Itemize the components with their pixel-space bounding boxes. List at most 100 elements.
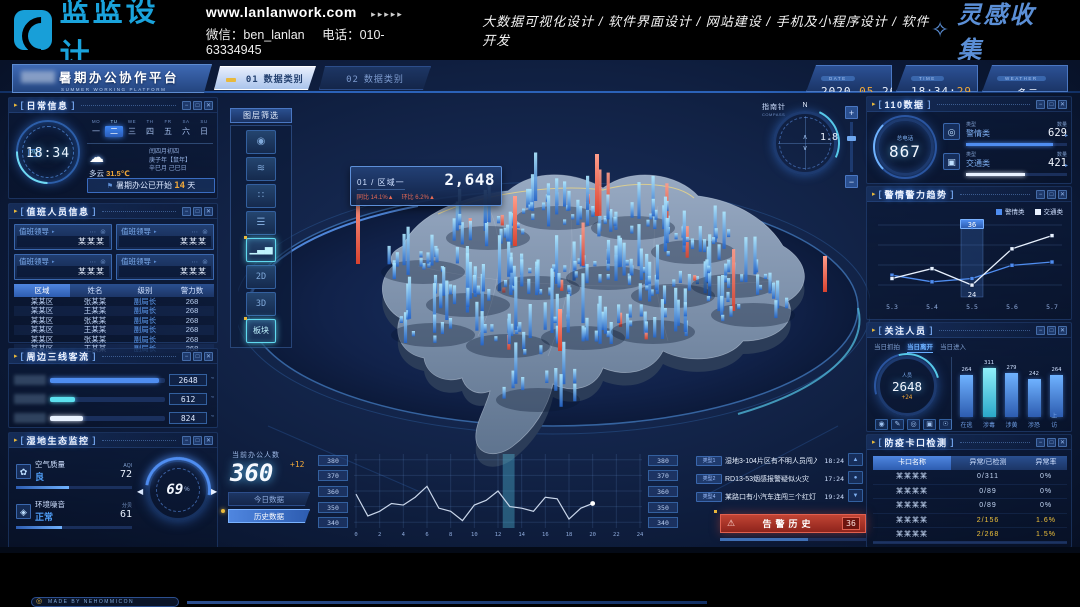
checkpoint-row[interactable]: 某某某某2/1561.6% bbox=[873, 514, 1067, 529]
duty-leader-card[interactable]: 值班领导▸⋯ ⊗某某某 bbox=[14, 224, 112, 250]
weekday-cell[interactable]: SA六 bbox=[177, 119, 195, 137]
expand-icon[interactable]: □ bbox=[193, 207, 202, 216]
alert-trend-icon[interactable]: ▲ bbox=[848, 453, 863, 466]
expand-icon[interactable]: □ bbox=[193, 101, 202, 110]
today-data-button[interactable]: 今日数据 bbox=[228, 492, 310, 506]
focus-bar[interactable] bbox=[1005, 373, 1018, 417]
focus-tab[interactable]: 当日离开 bbox=[907, 341, 933, 353]
weekday-cell[interactable]: SU日 bbox=[195, 119, 213, 137]
view-2d[interactable]: 2D bbox=[246, 265, 276, 289]
minimize-icon[interactable]: − bbox=[182, 207, 191, 216]
close-icon[interactable]: ✕ bbox=[1058, 438, 1067, 447]
focus-tab[interactable]: 当日进入 bbox=[940, 341, 966, 353]
alert-row[interactable]: 类型2RD13-53烟感报警疑似火灾17:24 bbox=[696, 472, 844, 486]
checkpoint-row[interactable]: 某某某某0/890% bbox=[873, 485, 1067, 500]
list-icon[interactable]: ☰ bbox=[246, 211, 276, 235]
gauge-right-arrow[interactable]: ▶ bbox=[211, 487, 217, 496]
alert-row[interactable]: 类型4某路口有小汽车连闯三个红灯19:24 bbox=[696, 490, 844, 504]
expand-icon[interactable]: □ bbox=[193, 436, 202, 445]
gauge-left-arrow[interactable]: ◀ bbox=[137, 487, 143, 496]
bar-chart-icon[interactable]: ▁▃▅ bbox=[246, 238, 276, 262]
weekday-cell[interactable]: MO一 bbox=[87, 119, 105, 137]
view-3d[interactable]: 3D bbox=[246, 292, 276, 316]
plate-mode[interactable]: 板块 bbox=[246, 319, 276, 343]
expand-icon[interactable]: □ bbox=[1047, 190, 1056, 199]
focus-bar-chart[interactable]: 264在逃311涉毒279涉黄242涉恐264上访 bbox=[951, 357, 1067, 429]
minimize-icon[interactable]: − bbox=[182, 352, 191, 361]
minimize-icon[interactable]: − bbox=[1036, 326, 1045, 335]
chevron-down-icon[interactable]: ∨ bbox=[802, 146, 807, 152]
focus-bar[interactable] bbox=[983, 368, 996, 417]
expand-icon[interactable]: □ bbox=[1047, 326, 1056, 335]
minimize-icon[interactable]: − bbox=[182, 436, 191, 445]
office-y-tick: 360 bbox=[648, 486, 678, 497]
zoom-slider-handle[interactable] bbox=[847, 136, 856, 141]
focus-bar[interactable] bbox=[960, 375, 973, 417]
expand-icon[interactable]: □ bbox=[1047, 100, 1056, 109]
pen-icon[interactable]: ✎ bbox=[891, 419, 904, 430]
minimize-icon[interactable]: − bbox=[1036, 190, 1045, 199]
lock-icon[interactable]: ▣ bbox=[923, 419, 936, 430]
weekday-cell[interactable]: TU二 bbox=[105, 119, 123, 137]
alert-scrollbar[interactable] bbox=[720, 538, 866, 541]
duty-leader-card[interactable]: 值班领导▸⋯ ⊗某某某 bbox=[14, 254, 112, 280]
checkpoint-table-header: 卡口名称异常/已检测异常率 bbox=[873, 456, 1067, 470]
calls-gauge: 总电话 867 bbox=[876, 118, 934, 176]
duty-leader-card[interactable]: 值班领导▸⋯ ⊗某某某 bbox=[116, 254, 214, 280]
office-line-chart[interactable] bbox=[352, 452, 644, 530]
expand-icon[interactable]: □ bbox=[193, 352, 202, 361]
close-icon[interactable]: ✕ bbox=[1058, 190, 1067, 199]
tab-data-category-1[interactable]: 01数据类别 bbox=[214, 66, 316, 90]
minimize-icon[interactable]: − bbox=[1036, 438, 1045, 447]
legend-item[interactable]: 交通类 bbox=[1035, 206, 1064, 216]
checkpoint-row[interactable]: 某某某某0/890% bbox=[873, 499, 1067, 514]
duty-table-row[interactable]: 某某区王某某副局长268 bbox=[14, 306, 214, 315]
focus-bar[interactable] bbox=[1028, 379, 1041, 417]
website-link[interactable]: www.lanlanwork.com bbox=[206, 4, 357, 20]
alert-time: 19:24 bbox=[820, 493, 844, 501]
weekday-cell[interactable]: WE三 bbox=[123, 119, 141, 137]
duty-table-row[interactable]: 某某区王某某副局长268 bbox=[14, 325, 214, 334]
alert-row[interactable]: 类型1湿地3-104片区有不明人员闯入18:24 bbox=[696, 454, 844, 468]
zoom-out-button[interactable]: − bbox=[845, 175, 858, 188]
dashboard: 暑期办公协作平台 SUMMER WORKING PLATFORM 01数据类别 … bbox=[0, 60, 1080, 553]
legend-item[interactable]: 警情类 bbox=[996, 206, 1025, 216]
focus-bar-value: 264 bbox=[962, 367, 972, 373]
signal-icon[interactable]: ≋ bbox=[246, 157, 276, 181]
close-icon[interactable]: ✕ bbox=[204, 436, 213, 445]
tooltip-value: 2,648 bbox=[444, 170, 495, 189]
camera-icon[interactable]: ◉ bbox=[246, 130, 276, 154]
duty-table-row[interactable]: 某某区张某某副局长268 bbox=[14, 297, 214, 306]
expand-icon[interactable]: □ bbox=[1047, 438, 1056, 447]
weekday-cell[interactable]: TH四 bbox=[141, 119, 159, 137]
tab-data-category-2[interactable]: 02数据类别 bbox=[319, 66, 431, 90]
alert-trend-icon[interactable]: ▼ bbox=[848, 489, 863, 502]
duty-table-row[interactable]: 某某区张某某副局长268 bbox=[14, 335, 214, 344]
close-icon[interactable]: ✕ bbox=[204, 207, 213, 216]
close-icon[interactable]: ✕ bbox=[1058, 100, 1067, 109]
minimize-icon[interactable]: − bbox=[1036, 100, 1045, 109]
zoom-in-button[interactable]: + bbox=[845, 106, 858, 119]
focus-bar-category: 涉毒 bbox=[983, 420, 995, 429]
corner-accent: ▸ bbox=[14, 207, 18, 215]
close-icon[interactable]: ✕ bbox=[204, 101, 213, 110]
minimize-icon[interactable]: − bbox=[182, 101, 191, 110]
checkpoint-row[interactable]: 某某某某0/3110% bbox=[873, 470, 1067, 485]
inspiration-collect[interactable]: ✧ 灵感收集 bbox=[931, 0, 1054, 65]
camera-icon[interactable]: ◉ bbox=[875, 419, 888, 430]
history-data-button[interactable]: 历史数据 bbox=[228, 509, 310, 523]
office-y-tick: 340 bbox=[648, 517, 678, 528]
target-icon[interactable]: ◎ bbox=[907, 419, 920, 430]
chevron-up-icon[interactable]: ∧ bbox=[802, 135, 807, 141]
corner-accent: ▸ bbox=[872, 100, 876, 108]
duty-table-row[interactable]: 某某区张某某副局长268 bbox=[14, 316, 214, 325]
close-icon[interactable]: ✕ bbox=[1058, 326, 1067, 335]
duty-leader-card[interactable]: 值班领导▸⋯ ⊗某某某 bbox=[116, 224, 214, 250]
focus-tab[interactable]: 当日抓拍 bbox=[874, 341, 900, 353]
weekday-cell[interactable]: FR五 bbox=[159, 119, 177, 137]
alert-history-button[interactable]: ⚠ 告警历史 36 bbox=[720, 514, 866, 533]
close-icon[interactable]: ✕ bbox=[204, 352, 213, 361]
grid-icon[interactable]: ∷ bbox=[246, 184, 276, 208]
alert-trend-icon[interactable]: ● bbox=[848, 471, 863, 484]
zoom-slider[interactable] bbox=[850, 122, 853, 172]
